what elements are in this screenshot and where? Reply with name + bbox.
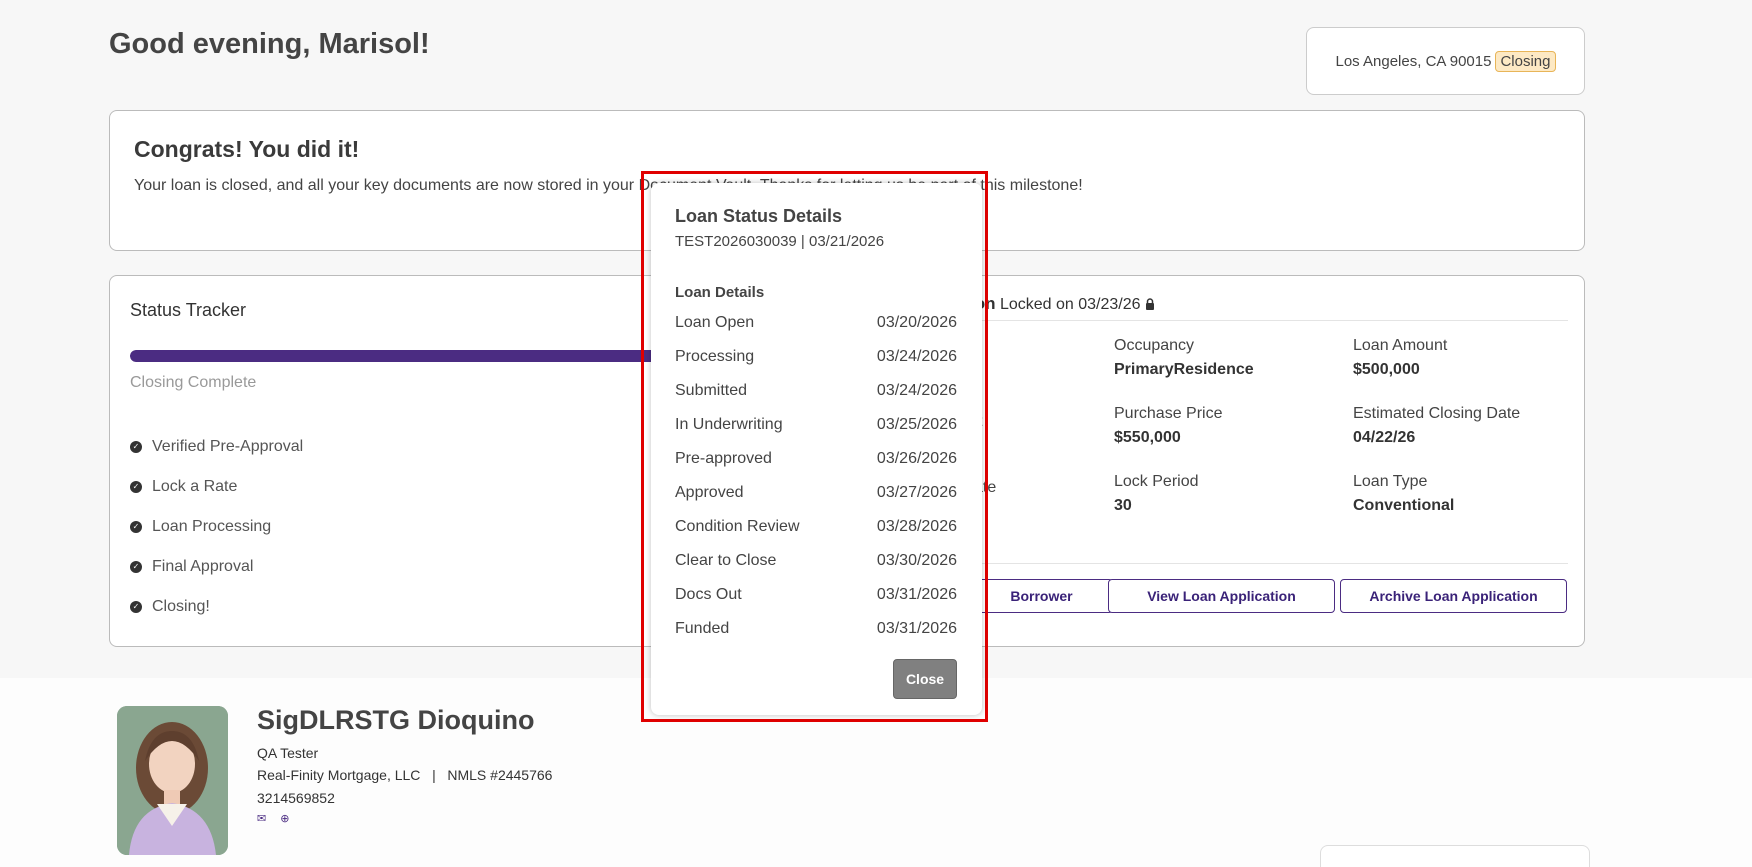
step-label: Loan Processing [152, 518, 272, 535]
tracker-steps: ✓ Verified Pre-Approval ✓ Lock a Rate ✓ … [130, 427, 303, 627]
step-verified-pre-approval: ✓ Verified Pre-Approval [130, 427, 303, 467]
lock-status: Locked on 03/23/26 [999, 296, 1141, 313]
status-row: Loan Open 03/20/2026 [675, 314, 957, 331]
step-lock-a-rate: ✓ Lock a Rate [130, 467, 303, 507]
status-row: In Underwriting 03/25/2026 [675, 416, 957, 433]
loan-status-details-modal: Loan Status Details TEST2026030039 | 03/… [651, 183, 982, 715]
check-circle-icon: ✓ [130, 521, 142, 533]
view-loan-application-button[interactable]: View Loan Application [1108, 579, 1335, 613]
email-icon[interactable]: ✉ [257, 812, 266, 825]
modal-title: Loan Status Details [675, 206, 843, 226]
loan-officer-phone: 3214569852 [257, 790, 335, 806]
loan-officer-name: SigDLRSTG Dioquino [257, 705, 535, 735]
status-row: Condition Review 03/28/2026 [675, 518, 957, 535]
status-tracker-title: Status Tracker [130, 300, 247, 320]
loan-info-header: ion Locked on 03/23/26 [970, 294, 1155, 314]
field-estimated-closing-date: Estimated Closing Date 04/22/26 [1353, 405, 1521, 446]
lock-icon [1145, 298, 1154, 310]
contact-icons: ✉ ⊕ [257, 812, 289, 825]
status-row: Submitted 03/24/2026 [675, 382, 957, 399]
modal-section-heading: Loan Details [675, 284, 765, 301]
status-row: Pre-approved 03/26/2026 [675, 450, 957, 467]
loan-officer-company: Real-Finity Mortgage, LLC | NMLS #244576… [257, 767, 553, 783]
close-button[interactable]: Close [893, 659, 957, 699]
step-closing: ✓ Closing! [130, 587, 303, 627]
step-loan-processing: ✓ Loan Processing [130, 507, 303, 547]
step-label: Closing! [152, 598, 210, 615]
status-row: Docs Out 03/31/2026 [675, 586, 957, 603]
progress-fill [130, 350, 690, 362]
greeting-heading: Good evening, Marisol! [109, 28, 430, 60]
property-address-card: Los Angeles, CA 90015 Closing [1306, 27, 1585, 95]
field-lock-period: Lock Period 30 [1114, 473, 1199, 514]
field-purchase-price: Purchase Price $550,000 [1114, 405, 1223, 446]
field-loan-type: Loan Type Conventional [1353, 473, 1455, 514]
globe-icon[interactable]: ⊕ [280, 812, 289, 825]
congrats-title: Congrats! You did it! [134, 136, 360, 162]
modal-subtitle: TEST2026030039 | 03/21/2026 [675, 233, 885, 250]
check-circle-icon: ✓ [130, 441, 142, 453]
borrower-button[interactable]: Borrower [970, 579, 1113, 613]
status-row: Approved 03/27/2026 [675, 484, 957, 501]
status-row: Processing 03/24/2026 [675, 348, 957, 365]
progress-label: Closing Complete [130, 374, 257, 391]
archive-loan-application-button[interactable]: Archive Loan Application [1340, 579, 1567, 613]
field-occupancy: Occupancy PrimaryResidence [1114, 337, 1254, 378]
progress-bar [130, 350, 690, 362]
status-row: Funded 03/31/2026 [675, 620, 957, 637]
chat-widget[interactable] [1320, 845, 1590, 867]
check-circle-icon: ✓ [130, 481, 142, 493]
loan-officer-avatar [117, 706, 228, 855]
field-loan-amount: Loan Amount $500,000 [1353, 337, 1448, 378]
loan-officer-role: QA Tester [257, 745, 319, 761]
check-circle-icon: ✓ [130, 601, 142, 613]
status-rows: Loan Open 03/20/2026 Processing 03/24/2026… [675, 306, 957, 646]
step-label: Final Approval [152, 558, 254, 575]
divider [970, 320, 1568, 321]
status-row: Clear to Close 03/30/2026 [675, 552, 957, 569]
step-final-approval: ✓ Final Approval [130, 547, 303, 587]
check-circle-icon: ✓ [130, 561, 142, 573]
step-label: Lock a Rate [152, 478, 238, 495]
step-label: Verified Pre-Approval [152, 438, 304, 455]
status-badge: Closing [1495, 50, 1556, 72]
property-address: Los Angeles, CA 90015 [1335, 52, 1492, 70]
divider [970, 563, 1568, 564]
